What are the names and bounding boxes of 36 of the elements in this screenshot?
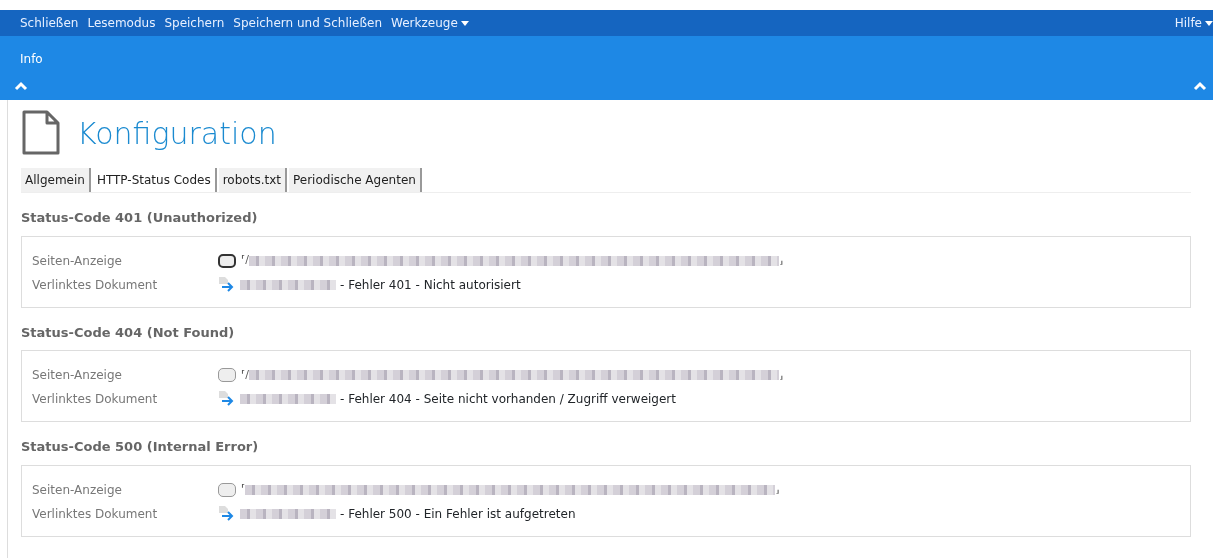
bracket-mark: ⸥: [775, 481, 780, 498]
linked-document-icon: [218, 505, 236, 522]
bracket-mark: ⸢/: [241, 252, 249, 269]
section-heading: Status-Code 500 (Internal Error): [21, 438, 260, 456]
document-icon: [21, 110, 61, 156]
section-heading: Status-Code 404 (Not Found): [21, 323, 236, 342]
linked-document-icon: [218, 276, 236, 293]
linked-document-icon: [218, 391, 236, 407]
bracket-mark: ⸥: [779, 366, 784, 383]
field-label: Verlinktes Dokument: [32, 276, 159, 294]
tab[interactable]: Allgemein: [21, 168, 91, 192]
tab[interactable]: robots.txt: [218, 168, 287, 192]
field-label: Seiten-Anzeige: [32, 367, 123, 384]
document-link[interactable]: - Fehler 500 - Ein Fehler ist aufgetreten: [340, 504, 576, 523]
field-label: Verlinktes Dokument: [32, 391, 159, 408]
field-label: Seiten-Anzeige: [32, 252, 123, 270]
checkbox[interactable]: [218, 368, 236, 382]
menu-item[interactable]: Lesemodus: [87, 14, 156, 32]
document-link[interactable]: - Fehler 404 - Seite nicht vorhanden / Zugriff verweigert: [340, 390, 676, 408]
menu-item[interactable]: Schließen: [20, 14, 79, 32]
menu-item[interactable]: Speichern und Schließen: [233, 14, 383, 32]
page-title: Konfiguration: [77, 114, 277, 153]
section-heading: Status-Code 401 (Unauthorized): [21, 209, 259, 227]
checkbox[interactable]: [218, 253, 236, 268]
document-link[interactable]: - Fehler 401 - Nicht autorisiert: [340, 275, 521, 294]
help-menu[interactable]: Hilfe: [1174, 14, 1213, 32]
bracket-mark: ⸢/: [241, 366, 249, 383]
tab[interactable]: Periodische Agenten: [288, 168, 422, 192]
field-label: Seiten-Anzeige: [32, 481, 123, 499]
info-label: Info: [20, 51, 43, 68]
field-label: Verlinktes Dokument: [32, 505, 159, 523]
bracket-mark: ⸢: [241, 481, 246, 498]
menu-item[interactable]: Speichern: [164, 14, 225, 32]
checkbox[interactable]: [218, 482, 236, 497]
bracket-mark: ⸥: [779, 252, 784, 269]
menu-dropdown[interactable]: Werkzeuge: [391, 14, 469, 32]
